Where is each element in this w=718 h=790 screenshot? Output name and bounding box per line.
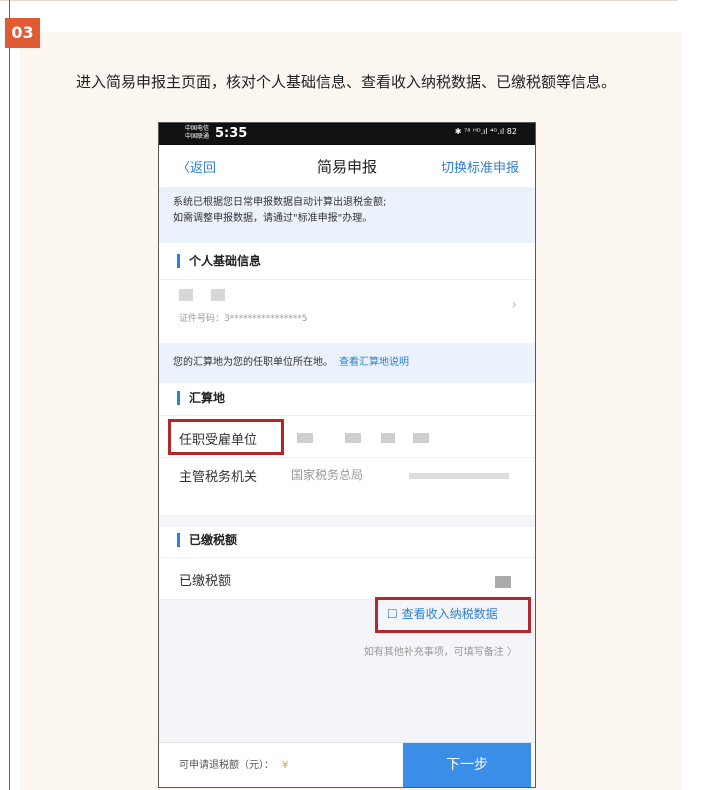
intro-text: 进入简易申报主页面，核对个人基础信息、查看收入纳税数据、已缴税额等信息。: [76, 73, 617, 91]
next-step-button[interactable]: 下一步: [403, 743, 531, 787]
add-remark-link[interactable]: 如有其他补充事项，可填写备注 〉: [364, 643, 517, 658]
name-placeholder: [179, 289, 193, 301]
notice-line2: 如需调整申报数据，请通过"标准申报"办理。: [173, 213, 373, 224]
redacted-value: [381, 433, 395, 443]
refund-currency: ¥: [282, 760, 289, 771]
view-income-tax-data-label: 查看收入纳税数据: [401, 607, 498, 621]
redacted-value: [413, 433, 429, 443]
nav-bar: 〈返回 简易申报 切换标准申报: [159, 145, 535, 187]
redacted-value: [345, 433, 361, 443]
refund-amount: 可申请退税额（元）： ¥: [179, 756, 288, 771]
status-bar: 中国电信 中国联通 5:35 ✱ ⁷⁸ ᴴᴰ.ıl ⁴ᴳ.ıl 82: [159, 123, 535, 145]
auto-calc-notice: 系统已根据您日常申报数据自动计算出退税金额; 如需调整申报数据，请通过"标准申报…: [159, 187, 535, 243]
tax-authority-value: 国家税务总局: [291, 468, 364, 482]
tax-authority-label: 主管税务机关: [179, 470, 258, 485]
divider: [159, 415, 535, 416]
top-divider: [0, 0, 678, 1]
carrier-line2: 中国联通: [185, 133, 210, 140]
settlement-notice: 您的汇算地为您的任职单位所在地。 查看汇算地说明: [159, 343, 535, 383]
view-income-tax-data-button[interactable]: ☐ 查看收入纳税数据: [387, 605, 498, 622]
step-badge: 03: [5, 18, 40, 48]
chevron-right-icon[interactable]: ›: [511, 297, 517, 313]
redacted-value: [409, 473, 509, 479]
status-time: 5:35: [215, 126, 248, 141]
settlement-notice-text: 您的汇算地为您的任职单位所在地。: [173, 357, 333, 368]
section-gap: [159, 515, 535, 527]
document-icon: ☐: [387, 607, 402, 621]
carrier-names: 中国电信 中国联通: [185, 125, 209, 141]
phone-screenshot: 中国电信 中国联通 5:35 ✱ ⁷⁸ ᴴᴰ.ıl ⁴ᴳ.ıl 82 〈返回 简…: [158, 122, 536, 788]
personal-info-title: 个人基础信息: [177, 254, 261, 268]
paid-tax-label: 已缴税额: [179, 574, 232, 589]
divider: [159, 279, 535, 280]
settlement-title: 汇算地: [177, 391, 225, 405]
settlement-help-link[interactable]: 查看汇算地说明: [339, 357, 409, 368]
divider: [159, 557, 535, 558]
notice-line1: 系统已根据您日常申报数据自动计算出退税金额;: [173, 197, 387, 208]
id-number: 证件号码：3****************5: [179, 314, 308, 324]
paid-tax-title: 已缴税额: [177, 533, 237, 547]
left-accent-line: [9, 0, 10, 790]
divider: [159, 457, 535, 458]
bottom-bar: 可申请退税额（元）： ¥ 下一步: [159, 742, 535, 787]
signal-battery-icon: ✱ ⁷⁸ ᴴᴰ.ıl ⁴ᴳ.ıl 82: [454, 127, 517, 136]
carrier-line1: 中国电信: [185, 125, 210, 132]
switch-standard-button[interactable]: 切换标准申报: [441, 157, 519, 176]
redacted-value: [495, 576, 511, 588]
name-placeholder: [211, 289, 225, 301]
highlight-box: [168, 419, 284, 455]
redacted-value: [297, 433, 313, 443]
refund-label: 可申请退税额（元）：: [179, 760, 274, 771]
